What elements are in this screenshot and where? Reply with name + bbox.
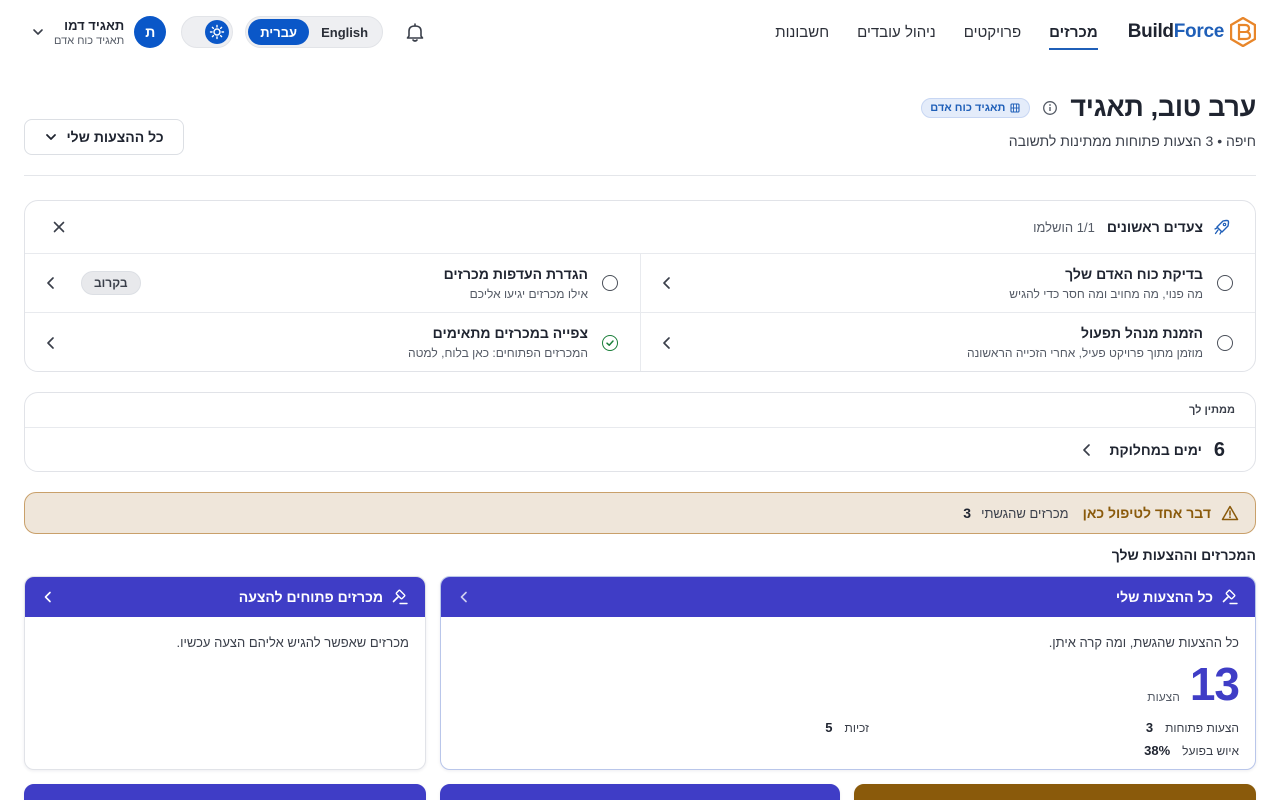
stat-open-offers: הצעות פתוחות 3 <box>1145 720 1239 735</box>
user-org: תאגיד כוח אדם <box>54 34 125 47</box>
greeting-block: ערב טוב, תאגיד תאגיד כוח אדם חיפה • 3 הצ… <box>921 92 1256 149</box>
alert-count: 3 <box>963 505 972 521</box>
offers-filter-label: כל ההצעות שלי <box>66 129 164 145</box>
nav-link-tenders[interactable]: מכרזים <box>1049 0 1098 64</box>
step-desc: מוזמן מתוך פרויקט פעיל, אחרי הזכייה הראש… <box>967 346 1203 360</box>
gavel-icon <box>391 588 409 606</box>
user-menu-chevron-down-icon[interactable] <box>24 18 52 46</box>
offers-filter-dropdown[interactable]: כל ההצעות שלי <box>24 119 184 155</box>
buildforce-hex-logo-icon <box>1230 17 1256 47</box>
tile-partial-1[interactable] <box>24 784 426 800</box>
step-title: הזמנת מנהל תפעול <box>1080 325 1203 341</box>
nav-right-group: BuildForce מכרזים פרויקטים ניהול עובדים … <box>775 0 1256 64</box>
attention-alert[interactable]: דבר אחד לטיפול כאן מכרזים שהגשתי 3 <box>24 492 1256 534</box>
gavel-icon <box>1221 588 1239 606</box>
building-icon <box>1009 102 1021 114</box>
tile-title: כל ההצעות שלי <box>1115 589 1213 605</box>
tile-title: מכרזים פתוחים להצעה <box>238 589 383 605</box>
rocket-icon <box>1213 218 1231 236</box>
language-switch: עברית English <box>245 16 384 48</box>
onboarding-title: צעדים ראשונים <box>1106 219 1203 235</box>
chevron-down-icon <box>44 130 58 144</box>
user-name: תאגיד דמו <box>64 17 125 33</box>
step-title: הגדרת העדפות מכרזים <box>443 265 588 282</box>
waiting-label: ימים במחלוקת <box>1109 442 1202 458</box>
alert-text: מכרזים שהגשתי <box>981 505 1069 521</box>
org-badge-label: תאגיד כוח אדם <box>930 101 1006 114</box>
onboarding-step-workforce[interactable]: בדיקת כוח האדם שלך מה פנוי, מה מחויב ומה… <box>640 254 1255 313</box>
brand-name: BuildForce <box>1127 21 1225 42</box>
nav-link-workers[interactable]: ניהול עובדים <box>857 0 936 64</box>
tile-desc: מכרזים שאפשר להגיש אליהם הצעה עכשיו. <box>176 635 409 650</box>
onboarding-header: צעדים ראשונים 1/1 הושלמו <box>25 201 1255 254</box>
tile-desc: כל ההצעות שהגשת, ומה קרה איתן. <box>1048 635 1239 650</box>
step-title: בדיקת כוח האדם שלך <box>1065 265 1203 282</box>
alert-title: דבר אחד לטיפול כאן <box>1082 505 1211 521</box>
chevron-left-icon <box>1077 440 1097 460</box>
top-navbar: BuildForce מכרזים פרויקטים ניהול עובדים … <box>0 0 1280 64</box>
open-tenders-tile[interactable]: מכרזים פתוחים להצעה מכרזים שאפשר להגיש א… <box>24 576 426 770</box>
waiting-count: 6 <box>1213 438 1225 461</box>
nav-link-invoices[interactable]: חשבונות <box>775 0 829 64</box>
chevron-left-icon <box>455 588 473 606</box>
offers-total-label: הצעות <box>1147 690 1180 704</box>
tile-header: כל ההצעות שלי <box>441 577 1255 617</box>
tile-header: מכרזים פתוחים להצעה <box>25 577 425 617</box>
nav-link-projects[interactable]: פרויקטים <box>964 0 1021 64</box>
tile-partial-3[interactable] <box>854 784 1256 800</box>
step-desc: אילו מכרזים יגיעו אליכם <box>469 286 588 301</box>
waiting-title: ממתין לך <box>25 393 1255 428</box>
avatar[interactable]: ת <box>134 16 167 48</box>
theme-toggle[interactable] <box>181 16 234 48</box>
onboarding-card: צעדים ראשונים 1/1 הושלמו בדיקת כוח האדם … <box>24 200 1256 372</box>
close-icon[interactable] <box>45 213 73 241</box>
step-title: צפייה במכרזים מתאימים <box>432 325 588 341</box>
step-status-circle-icon <box>602 275 618 291</box>
step-desc: המכרזים הפתוחים: כאן בלוח, למטה <box>407 346 588 360</box>
section-title: המכרזים וההצעות שלך <box>1111 547 1256 563</box>
offers-total: 13 <box>1189 658 1240 710</box>
lang-english-button[interactable]: English <box>309 19 380 45</box>
step-desc: מה פנוי, מה מחויב ומה חסר כדי להגיש <box>1009 286 1203 301</box>
page-title: ערב טוב, תאגיד <box>1070 92 1256 122</box>
chevron-left-icon <box>41 333 61 353</box>
lang-hebrew-button[interactable]: עברית <box>248 19 310 45</box>
offers-stats: הצעות פתוחות 3 זכיות 5 איוש בפועל 38% <box>457 720 1239 758</box>
chevron-left-icon <box>657 333 677 353</box>
user-info[interactable]: תאגיד דמו תאגיד כוח אדם <box>54 18 124 47</box>
tile-partial-2[interactable] <box>440 784 840 800</box>
step-status-circle-icon <box>1217 334 1233 351</box>
info-icon[interactable] <box>1042 100 1058 116</box>
waiting-item-disputes[interactable]: 6 ימים במחלוקת <box>25 428 1255 471</box>
waiting-for-you-card: ממתין לך 6 ימים במחלוקת <box>24 392 1256 472</box>
chevron-left-icon <box>41 273 61 293</box>
onboarding-step-preferences[interactable]: הגדרת העדפות מכרזים אילו מכרזים יגיעו אל… <box>25 254 640 313</box>
warning-triangle-icon <box>1221 504 1239 522</box>
onboarding-step-view-tenders[interactable]: צפייה במכרזים מתאימים המכרזים הפתוחים: כ… <box>25 313 640 371</box>
onboarding-progress: 1/1 הושלמו <box>1033 219 1095 235</box>
greeting-subtitle: חיפה • 3 הצעות פתוחות ממתינות לתשובה <box>1008 133 1256 149</box>
divider <box>24 175 1256 176</box>
check-circle-icon <box>602 334 618 351</box>
my-offers-tile[interactable]: כל ההצעות שלי כל ההצעות שהגשת, ומה קרה א… <box>440 576 1256 770</box>
chevron-left-icon <box>39 588 57 606</box>
org-badge: תאגיד כוח אדם <box>921 97 1031 118</box>
onboarding-steps: בדיקת כוח האדם שלך מה פנוי, מה מחויב ומה… <box>25 254 1255 371</box>
sun-icon <box>205 20 230 44</box>
chevron-left-icon <box>657 273 677 293</box>
stat-wins: זכיות 5 <box>825 720 869 735</box>
bell-icon[interactable] <box>403 20 427 44</box>
coming-soon-badge: בקרוב <box>81 271 141 295</box>
step-status-circle-icon <box>1217 275 1233 291</box>
nav-left-group: תאגיד דמו תאגיד כוח אדם ת עברית English <box>24 16 427 48</box>
main-nav: מכרזים פרויקטים ניהול עובדים חשבונות <box>775 0 1098 64</box>
brand-logo[interactable]: BuildForce <box>1128 17 1256 47</box>
onboarding-step-invite-manager[interactable]: הזמנת מנהל תפעול מוזמן מתוך פרויקט פעיל,… <box>640 313 1255 371</box>
stat-staffing-rate: איוש בפועל 38% <box>1144 743 1239 758</box>
